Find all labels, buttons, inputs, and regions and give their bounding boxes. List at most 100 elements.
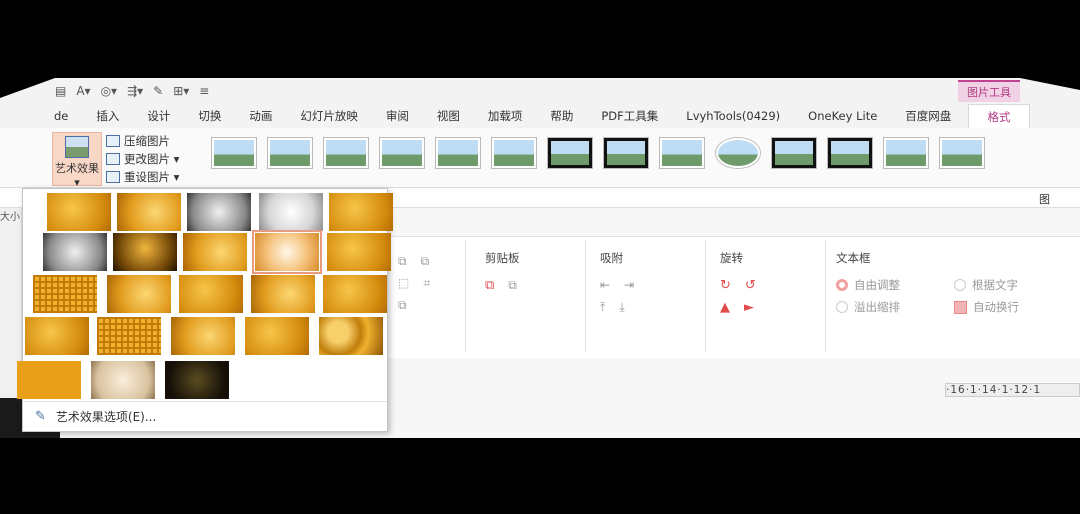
art-effect-photocopy[interactable] <box>91 361 155 399</box>
overflow-radio[interactable]: 溢出缩排 <box>836 299 900 315</box>
tab-view[interactable]: 视图 <box>423 104 474 128</box>
snap-title: 吸附 <box>600 251 623 265</box>
art-effect-pencil-grayscale[interactable] <box>187 193 251 231</box>
snap-right-icon[interactable]: ⇥ <box>624 278 634 292</box>
art-effect-plastic-wrap[interactable] <box>319 317 383 355</box>
reset-picture-icon <box>106 171 120 183</box>
art-effect-marker[interactable] <box>117 193 181 231</box>
tab-help[interactable]: 帮助 <box>536 104 587 128</box>
art-effect-mosaic-bubbles[interactable] <box>251 275 315 313</box>
textbox-group: 文本框 自由调整 根据文字 溢出缩排 自动换行 <box>836 250 1039 318</box>
flip-horizontal-icon[interactable]: ► <box>744 300 754 315</box>
picture-style-thumb[interactable] <box>604 138 648 168</box>
tab-slide[interactable]: de <box>40 104 82 128</box>
picture-style-thumb[interactable] <box>772 138 816 168</box>
picture-tools-context-tab: 图片工具 <box>958 80 1020 102</box>
tab-transitions[interactable]: 切换 <box>184 104 235 128</box>
picture-style-thumb[interactable] <box>716 138 760 168</box>
picture-style-thumb[interactable] <box>380 138 424 168</box>
snap-left-icon[interactable]: ⇤ <box>600 278 610 292</box>
art-effects-options-label: 艺术效果选项(E)... <box>55 410 157 424</box>
art-effect-glow-diffused[interactable] <box>252 230 322 274</box>
picture-style-thumb[interactable] <box>548 138 592 168</box>
art-effects-dropdown: ✎ 艺术效果选项(E)... <box>17 188 393 432</box>
tab-baidu-netdisk[interactable]: 百度网盘 <box>891 104 965 128</box>
text-direction-icon[interactable]: A▾ <box>76 84 90 98</box>
arrange-icon[interactable]: ⊞▾ <box>173 84 189 98</box>
ungroup-icon[interactable]: ⧉ <box>398 298 407 313</box>
rotate-left-icon[interactable]: ↺ <box>745 278 756 293</box>
group-icon[interactable]: ⬚ <box>398 276 409 290</box>
picture-style-thumb[interactable] <box>940 138 984 168</box>
rotate-group: 旋转 ↻ ↺ ▲ ► <box>720 250 770 318</box>
art-effect-chalk-sketch[interactable] <box>43 233 107 271</box>
art-effects-icon <box>65 136 89 158</box>
shape-icon[interactable]: ◎▾ <box>101 84 118 98</box>
art-effect-cutout[interactable] <box>17 361 81 399</box>
picture-style-thumb[interactable] <box>436 138 480 168</box>
auto-adjust-label: 自由调整 <box>854 278 900 292</box>
picture-style-thumb[interactable] <box>324 138 368 168</box>
by-text-radio[interactable]: 根据文字 <box>954 277 1018 293</box>
art-effect-blur[interactable] <box>327 233 391 271</box>
art-effect-light-screen[interactable] <box>33 275 97 313</box>
art-effect-line-drawing[interactable] <box>329 193 393 231</box>
picture-style-thumb[interactable] <box>660 138 704 168</box>
picture-style-thumb[interactable] <box>268 138 312 168</box>
customize-icon[interactable]: ≡ <box>199 84 209 98</box>
overflow-label: 溢出缩排 <box>854 300 900 314</box>
bring-forward-icon[interactable]: ⧉ <box>398 254 407 269</box>
tab-slideshow[interactable]: 幻灯片放映 <box>286 104 372 128</box>
crop-frame-icon[interactable]: ⌗ <box>423 276 430 291</box>
art-effects-options-item[interactable]: ✎ 艺术效果选项(E)... <box>23 401 387 431</box>
snap-bottom-icon[interactable]: ⤓ <box>619 300 624 315</box>
tab-review[interactable]: 审阅 <box>372 104 423 128</box>
send-backward-icon[interactable]: ⧉ <box>421 254 430 269</box>
auto-wrap-checkbox[interactable]: 自动换行 <box>954 299 1019 315</box>
art-effect-none[interactable] <box>47 193 111 231</box>
art-effect-film-grain[interactable] <box>179 275 243 313</box>
group-divider <box>705 240 706 352</box>
rotate-title: 旋转 <box>720 251 743 265</box>
art-effect-glow-edges[interactable] <box>165 361 229 399</box>
picture-style-thumb[interactable] <box>212 138 256 168</box>
tab-addins[interactable]: 加载项 <box>474 104 537 128</box>
art-effect-texturizer[interactable] <box>97 317 161 355</box>
reset-picture-button[interactable]: 重设图片 ▾ <box>106 168 179 186</box>
rotate-right-icon[interactable]: ↻ <box>720 278 731 293</box>
snap-top-icon[interactable]: ⤒ <box>600 300 605 315</box>
picture-style-thumb[interactable] <box>492 138 536 168</box>
paste-icon[interactable]: ⧉ <box>508 278 517 293</box>
art-effect-glass[interactable] <box>323 275 387 313</box>
art-effect-paint-strokes[interactable] <box>113 233 177 271</box>
tab-onekey[interactable]: OneKey Lite <box>794 104 891 128</box>
art-effects-button[interactable]: 艺术效果 ▾ <box>52 132 102 189</box>
copy-icon[interactable]: ⧉ <box>485 278 494 293</box>
change-picture-button[interactable]: 更改图片 ▾ <box>106 150 179 168</box>
tab-design[interactable]: 设计 <box>133 104 184 128</box>
art-effect-crisscross-etching[interactable] <box>171 317 235 355</box>
clipboard-title: 剪贴板 <box>485 251 520 265</box>
tab-pdf-tools[interactable]: PDF工具集 <box>587 104 672 128</box>
art-effects-label: 艺术效果 <box>55 162 99 175</box>
tab-lvyhtools[interactable]: LvyhTools(0429) <box>672 104 794 128</box>
textbox-title: 文本框 <box>836 251 871 265</box>
align-icon[interactable]: ⇶▾ <box>127 84 143 98</box>
picture-style-thumb[interactable] <box>828 138 872 168</box>
tab-animations[interactable]: 动画 <box>235 104 286 128</box>
tab-format[interactable]: 格式 <box>968 104 1030 129</box>
ruler: ·16·1·14·1·12·1 <box>945 383 1080 397</box>
table-icon[interactable]: ▤ <box>55 84 66 98</box>
art-effect-cement[interactable] <box>25 317 89 355</box>
snap-group: 吸附 ⇤ ⇥ ⤒ ⤓ <box>600 250 648 318</box>
tab-insert[interactable]: 插入 <box>82 104 133 128</box>
flip-vertical-icon[interactable]: ▲ <box>720 300 730 315</box>
auto-adjust-radio[interactable]: 自由调整 <box>836 277 900 293</box>
art-effect-watercolor-sponge[interactable] <box>107 275 171 313</box>
compress-pictures-button[interactable]: 压缩图片 <box>106 132 179 150</box>
art-effect-pencil-sketch[interactable] <box>259 193 323 231</box>
art-effect-paint-brush[interactable] <box>183 233 247 271</box>
picture-style-thumb[interactable] <box>884 138 928 168</box>
art-effect-pastels-smooth[interactable] <box>245 317 309 355</box>
format-painter-icon[interactable]: ✎ <box>153 84 163 98</box>
